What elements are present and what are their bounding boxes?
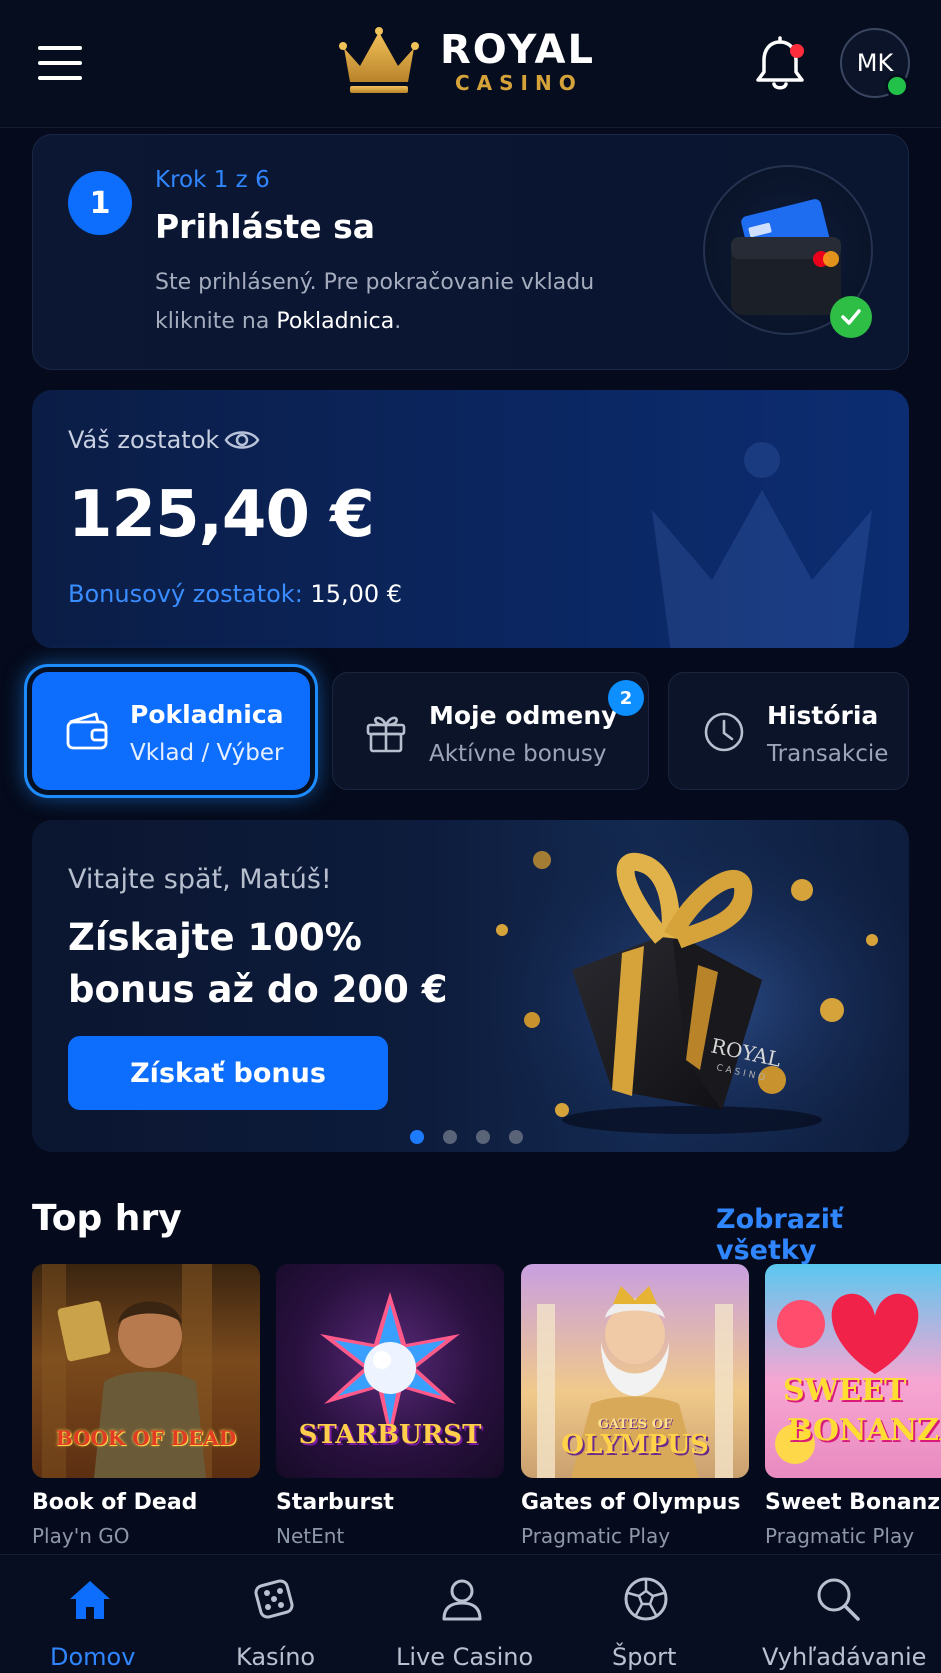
crown-icon bbox=[339, 27, 419, 93]
cashier-button[interactable]: Pokladnica Vklad / Výber bbox=[32, 672, 310, 790]
game-logo-text: OLYMPUS bbox=[561, 1430, 709, 1460]
step-description: Ste prihlásený. Pre pokračovanie vkladu … bbox=[155, 263, 615, 341]
eye-icon[interactable] bbox=[224, 426, 260, 454]
game-provider: Pragmatic Play bbox=[521, 1524, 671, 1548]
rewards-button[interactable]: Moje odmeny Aktívne bonusy bbox=[332, 672, 649, 790]
game-title: Starburst bbox=[276, 1490, 394, 1515]
get-bonus-button[interactable]: Získať bonus bbox=[68, 1036, 388, 1110]
history-title: História bbox=[767, 701, 879, 730]
game-logo-text: STARBURST bbox=[298, 1420, 482, 1450]
brand-logo[interactable]: ROYAL CASINO bbox=[338, 24, 600, 96]
game-card-sweet-bonanza[interactable]: SWEET BONANZA bbox=[765, 1264, 941, 1478]
user-icon bbox=[442, 1579, 482, 1621]
rewards-title: Moje odmeny bbox=[429, 701, 618, 730]
notification-dot bbox=[790, 44, 804, 58]
game-logo-text: BOOK OF DEAD bbox=[55, 1426, 237, 1450]
bottom-navigation: Domov Kasíno Live Casino Šport Vyhľadáva… bbox=[0, 1554, 941, 1672]
rewards-subtitle: Aktívne bonusy bbox=[429, 741, 607, 767]
nav-label: Live Casino bbox=[396, 1643, 534, 1671]
game-card-starburst[interactable]: STARBURST bbox=[276, 1264, 504, 1478]
game-card-book-of-dead[interactable]: BOOK OF DEAD bbox=[32, 1264, 260, 1478]
nav-home[interactable]: Domov bbox=[30, 1555, 154, 1673]
online-status-dot bbox=[885, 74, 909, 98]
game-provider: Play'n GO bbox=[32, 1524, 130, 1548]
bonus-balance-amount: 15,00 € bbox=[310, 580, 403, 608]
rewards-count-badge: 2 bbox=[608, 680, 644, 716]
game-card-gates-of-olympus[interactable]: GATES OF OLYMPUS bbox=[521, 1264, 749, 1478]
carousel-dot-4[interactable] bbox=[509, 1130, 523, 1144]
game-logo-text: BONANZA bbox=[787, 1413, 941, 1448]
game-title: Sweet Bonanza bbox=[765, 1490, 941, 1515]
gift-icon bbox=[366, 716, 406, 753]
step-description-end: . bbox=[394, 309, 402, 334]
carousel-dot-3[interactable] bbox=[476, 1130, 490, 1144]
checkmark-icon bbox=[830, 296, 872, 338]
bonus-balance: Bonusový zostatok: 15,00 € bbox=[68, 580, 402, 608]
game-title: Gates of Olympus bbox=[521, 1490, 741, 1515]
game-provider: Pragmatic Play bbox=[765, 1524, 915, 1548]
promo-banner[interactable]: ROYAL CASINO Vitajte späť, Matúš! Získaj… bbox=[32, 820, 909, 1152]
clock-icon bbox=[704, 712, 744, 752]
game-logo-subtext: SWEET bbox=[783, 1373, 907, 1408]
step-title: Prihláste sa bbox=[155, 207, 376, 246]
menu-icon[interactable] bbox=[38, 44, 84, 82]
onboarding-step-card: 1 Krok 1 z 6 Prihláste sa Ste prihlásený… bbox=[32, 134, 909, 370]
balance-label: Váš zostatok bbox=[68, 426, 220, 454]
nav-sport[interactable]: Šport bbox=[600, 1555, 690, 1673]
promo-welcome: Vitajte späť, Matúš! bbox=[68, 864, 332, 895]
step-number-badge: 1 bbox=[68, 171, 132, 235]
brand-name: ROYAL bbox=[440, 27, 595, 73]
bonus-balance-label: Bonusový zostatok: bbox=[68, 580, 303, 608]
wallet-icon bbox=[66, 712, 108, 750]
home-icon bbox=[70, 1581, 110, 1619]
nav-live-casino[interactable]: Live Casino bbox=[390, 1555, 540, 1673]
promo-headline: Získajte 100% bonus až do 200 € bbox=[68, 916, 448, 1011]
step-progress-label: Krok 1 z 6 bbox=[155, 167, 270, 193]
nav-label: Domov bbox=[50, 1643, 136, 1671]
cashier-subtitle: Vklad / Výber bbox=[130, 740, 284, 766]
section-title: Top hry bbox=[32, 1198, 182, 1239]
nav-label: Vyhľadávanie bbox=[762, 1643, 927, 1671]
search-icon bbox=[817, 1578, 860, 1621]
see-all-link[interactable]: Zobraziť všetky bbox=[716, 1204, 941, 1266]
crown-watermark-icon bbox=[652, 442, 872, 648]
balance-card: Váš zostatok 125,40 € Bonusový zostatok:… bbox=[32, 390, 909, 648]
gift-box-illustration: ROYAL CASINO bbox=[472, 820, 909, 1152]
carousel-dot-2[interactable] bbox=[443, 1130, 457, 1144]
cashier-title: Pokladnica bbox=[130, 700, 284, 729]
nav-label: Kasíno bbox=[236, 1643, 316, 1671]
top-app-bar: ROYAL CASINO MK bbox=[0, 0, 941, 128]
carousel-dot-1[interactable] bbox=[410, 1130, 424, 1144]
game-provider: NetEnt bbox=[276, 1524, 345, 1548]
nav-label: Šport bbox=[612, 1643, 677, 1671]
dice-icon bbox=[254, 1579, 294, 1619]
history-subtitle: Transakcie bbox=[767, 741, 889, 767]
nav-casino[interactable]: Kasíno bbox=[220, 1555, 330, 1673]
brand-subtitle: CASINO bbox=[455, 71, 583, 95]
game-title: Book of Dead bbox=[32, 1490, 198, 1515]
step-description-highlight: Pokladnica bbox=[276, 309, 395, 334]
balance-amount: 125,40 € bbox=[68, 478, 375, 552]
history-button[interactable]: História Transakcie bbox=[668, 672, 909, 790]
soccer-ball-icon bbox=[624, 1577, 668, 1621]
nav-search[interactable]: Vyhľadávanie bbox=[756, 1555, 926, 1673]
